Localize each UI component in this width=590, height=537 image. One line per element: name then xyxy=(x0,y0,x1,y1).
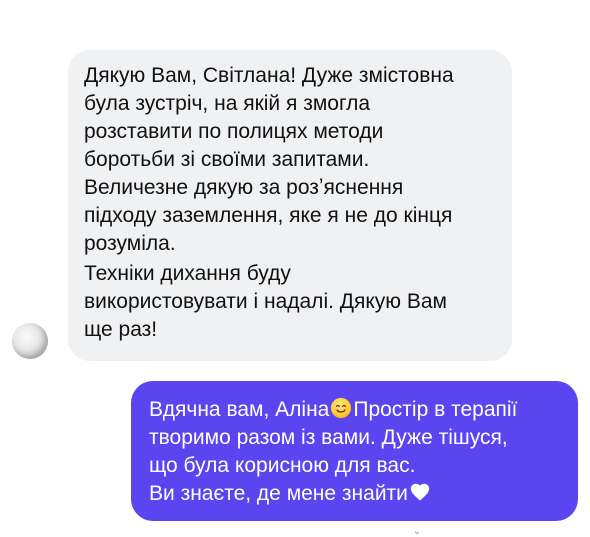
outgoing-message-line-4: Ви знаєте, де мене знайти xyxy=(149,480,562,508)
chat-thread: Дякую Вам, Світлана! Дуже змістовна була… xyxy=(0,0,590,537)
outgoing-text-line-1-end: Простір в терапії xyxy=(353,398,518,421)
smiling-face-icon xyxy=(330,397,352,419)
outgoing-text-line-4: Ви знаєте, де мене знайти xyxy=(149,482,408,505)
white-heart-icon xyxy=(409,481,431,503)
message-status-indicator: ⌄ xyxy=(412,526,422,537)
incoming-message-paragraph-1: Дякую Вам, Світлана! Дуже змістовна була… xyxy=(84,64,454,255)
outgoing-text-line-1-start: Вдячна вам, Аліна xyxy=(149,398,330,421)
incoming-message-row: Дякую Вам, Світлана! Дуже змістовна була… xyxy=(0,0,590,370)
incoming-message-paragraph-2: Техніки дихання буду використовувати і н… xyxy=(84,262,447,341)
outgoing-message-bubble[interactable]: Вдячна вам, Аліна Простір в терапії твор… xyxy=(131,381,578,521)
user-avatar[interactable] xyxy=(12,323,48,359)
outgoing-message-line-3: що була корисною для вас. xyxy=(149,454,416,477)
outgoing-message-line-2: творимо разом із вами. Дуже тішуся, xyxy=(149,426,508,449)
incoming-message-bubble[interactable]: Дякую Вам, Світлана! Дуже змістовна була… xyxy=(68,50,512,361)
outgoing-message-line-1: Вдячна вам, Аліна Простір в терапії xyxy=(149,396,562,424)
